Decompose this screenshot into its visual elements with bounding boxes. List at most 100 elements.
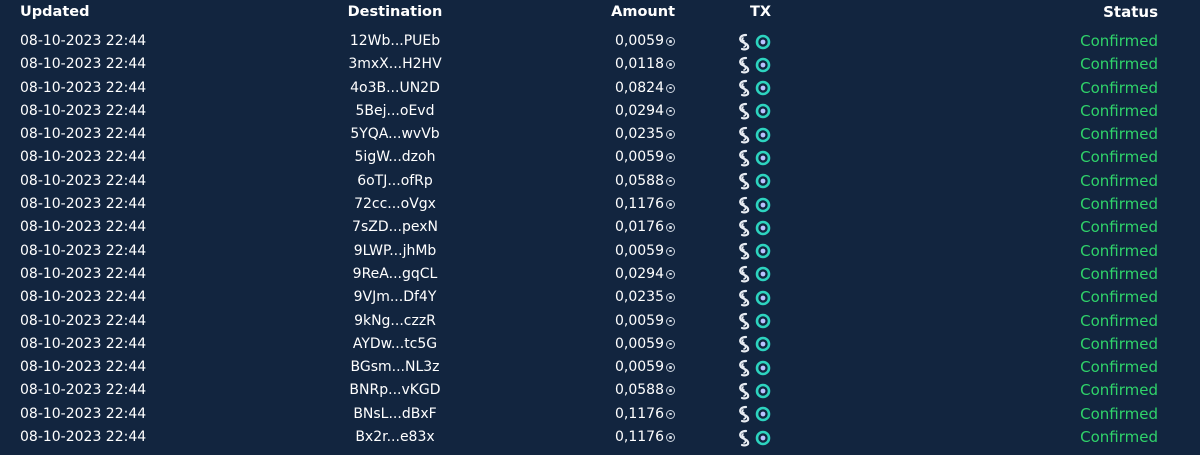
sol-coin-icon: [666, 246, 675, 256]
table-row: 08-10-2023 22:44 9LWP...jhMb 0,0059 Confirm…: [0, 240, 1200, 263]
row-tx: [737, 426, 787, 455]
transactions-table: Updated Destination Amount TX Status 08-…: [0, 0, 1200, 449]
row-destination[interactable]: 9VJm...Df4Y: [280, 286, 510, 309]
row-amount: 0,0176: [560, 216, 675, 239]
row-status: Confirmed: [1000, 310, 1158, 334]
solana-fm-icon[interactable]: [755, 336, 771, 352]
row-destination[interactable]: 4o3B...UN2D: [280, 77, 510, 100]
status-badge: Confirmed: [1080, 241, 1158, 260]
row-updated: 08-10-2023 22:44: [20, 382, 147, 399]
row-destination[interactable]: 5igW...dzoh: [280, 146, 510, 169]
header-amount[interactable]: Amount: [560, 0, 675, 27]
row-destination[interactable]: 7sZD...pexN: [280, 216, 510, 239]
solscan-icon[interactable]: [737, 382, 751, 400]
row-destination[interactable]: 9LWP...jhMb: [280, 240, 510, 263]
solscan-icon[interactable]: [737, 405, 751, 423]
row-amount-value: 0,0059: [615, 242, 664, 259]
header-updated[interactable]: Updated: [20, 0, 89, 27]
row-amount: 0,0118: [560, 53, 675, 76]
solana-fm-icon[interactable]: [755, 220, 771, 236]
solscan-icon[interactable]: [737, 289, 751, 307]
row-destination[interactable]: Bx2r...e83x: [280, 426, 510, 449]
solscan-icon[interactable]: [737, 242, 751, 260]
solscan-icon[interactable]: [737, 429, 751, 447]
row-status: Confirmed: [1000, 170, 1158, 194]
solana-fm-icon[interactable]: [755, 127, 771, 143]
solscan-icon[interactable]: [737, 335, 751, 353]
status-badge: Confirmed: [1080, 428, 1158, 447]
row-destination[interactable]: BGsm...NL3z: [280, 356, 510, 379]
solana-fm-icon[interactable]: [755, 80, 771, 96]
status-badge: Confirmed: [1080, 264, 1158, 283]
row-amount: 0,0588: [560, 170, 675, 193]
status-badge: Confirmed: [1080, 148, 1158, 167]
solscan-icon[interactable]: [737, 79, 751, 97]
solana-fm-icon[interactable]: [755, 173, 771, 189]
row-destination[interactable]: 9kNg...czzR: [280, 310, 510, 333]
sol-coin-icon: [666, 316, 675, 326]
row-destination[interactable]: 9ReA...gqCL: [280, 263, 510, 286]
solscan-icon[interactable]: [737, 149, 751, 167]
row-amount: 0,0059: [560, 30, 675, 53]
solscan-icon[interactable]: [737, 219, 751, 237]
solscan-icon[interactable]: [737, 102, 751, 120]
solana-fm-icon[interactable]: [755, 243, 771, 259]
header-status[interactable]: Status: [1000, 0, 1158, 28]
row-status: Confirmed: [1000, 77, 1158, 101]
solana-fm-icon[interactable]: [755, 266, 771, 282]
row-amount-value: 0,0235: [615, 289, 664, 306]
row-destination[interactable]: AYDw...tc5G: [280, 333, 510, 356]
row-destination[interactable]: 3mxX...H2HV: [280, 53, 510, 76]
table-row: 08-10-2023 22:44 5igW...dzoh 0,0059 Confirm…: [0, 146, 1200, 169]
table-row: 08-10-2023 22:44 BGsm...NL3z 0,0059 Confirm…: [0, 356, 1200, 379]
row-updated: 08-10-2023 22:44: [20, 312, 147, 329]
solana-fm-icon[interactable]: [755, 290, 771, 306]
solana-fm-icon[interactable]: [755, 103, 771, 119]
row-destination[interactable]: BNsL...dBxF: [280, 403, 510, 426]
sol-coin-icon: [666, 83, 675, 93]
solana-fm-icon[interactable]: [755, 383, 771, 399]
row-amount: 0,0059: [560, 333, 675, 356]
solana-fm-icon[interactable]: [755, 360, 771, 376]
solana-fm-icon[interactable]: [755, 197, 771, 213]
table-row: 08-10-2023 22:44 72cc...oVgx 0,1176 Confirm…: [0, 193, 1200, 216]
row-amount-value: 0,1176: [615, 429, 664, 446]
solana-fm-icon[interactable]: [755, 34, 771, 50]
solscan-icon[interactable]: [737, 56, 751, 74]
sol-coin-icon: [666, 339, 675, 349]
header-destination[interactable]: Destination: [280, 0, 510, 27]
solscan-icon[interactable]: [737, 359, 751, 377]
header-status-label: Status: [1103, 3, 1158, 21]
solana-fm-icon[interactable]: [755, 57, 771, 73]
solana-fm-icon[interactable]: [755, 313, 771, 329]
table-row: 08-10-2023 22:44 3mxX...H2HV 0,0118 Confirm…: [0, 53, 1200, 76]
row-destination[interactable]: 5Bej...oEvd: [280, 100, 510, 123]
row-amount-value: 0,0059: [615, 312, 664, 329]
sol-coin-icon: [666, 37, 675, 46]
solscan-icon[interactable]: [737, 126, 751, 144]
row-status: Confirmed: [1000, 356, 1158, 380]
solana-fm-icon[interactable]: [755, 430, 771, 446]
solscan-icon[interactable]: [737, 265, 751, 283]
row-destination[interactable]: 5YQA...wvVb: [280, 123, 510, 146]
status-badge: Confirmed: [1080, 288, 1158, 307]
sol-coin-icon: [666, 363, 675, 373]
table-row: 08-10-2023 22:44 4o3B...UN2D 0,0824 Confirm…: [0, 77, 1200, 100]
solscan-icon[interactable]: [737, 172, 751, 190]
solana-fm-icon[interactable]: [755, 150, 771, 166]
status-badge: Confirmed: [1080, 218, 1158, 237]
solscan-icon[interactable]: [737, 196, 751, 214]
row-destination[interactable]: 6oTJ...ofRp: [280, 170, 510, 193]
row-destination[interactable]: BNRp...vKGD: [280, 379, 510, 402]
row-destination[interactable]: 72cc...oVgx: [280, 193, 510, 216]
sol-coin-icon: [666, 106, 675, 116]
solscan-icon[interactable]: [737, 33, 751, 51]
row-status: Confirmed: [1000, 193, 1158, 217]
table-row: 08-10-2023 22:44 12Wb...PUEb 0,0059 Confirm…: [0, 30, 1200, 53]
row-destination[interactable]: 12Wb...PUEb: [280, 30, 510, 53]
solana-fm-icon[interactable]: [755, 406, 771, 422]
row-status: Confirmed: [1000, 379, 1158, 403]
status-badge: Confirmed: [1080, 311, 1158, 330]
solscan-icon[interactable]: [737, 312, 751, 330]
row-amount: 0,0824: [560, 77, 675, 100]
